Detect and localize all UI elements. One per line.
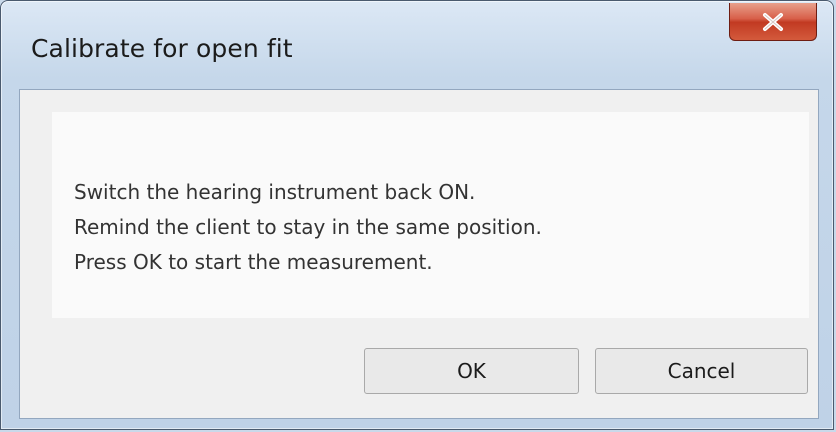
message-line: Press OK to start the measurement. [74, 250, 433, 274]
window-title: Calibrate for open fit [31, 34, 293, 63]
message-line: Remind the client to stay in the same po… [74, 215, 542, 239]
dialog-window: Calibrate for open fit Switch the hearin… [0, 0, 834, 430]
title-bar[interactable]: Calibrate for open fit [1, 1, 833, 89]
instruction-message: Switch the hearing instrument back ON. R… [74, 175, 542, 280]
cancel-button[interactable]: Cancel [595, 348, 808, 394]
message-panel: Switch the hearing instrument back ON. R… [52, 112, 809, 318]
ok-button[interactable]: OK [364, 348, 579, 394]
dialog-content: Switch the hearing instrument back ON. R… [19, 89, 819, 419]
close-icon [763, 12, 783, 31]
close-button[interactable] [729, 3, 817, 41]
message-line: Switch the hearing instrument back ON. [74, 180, 476, 204]
